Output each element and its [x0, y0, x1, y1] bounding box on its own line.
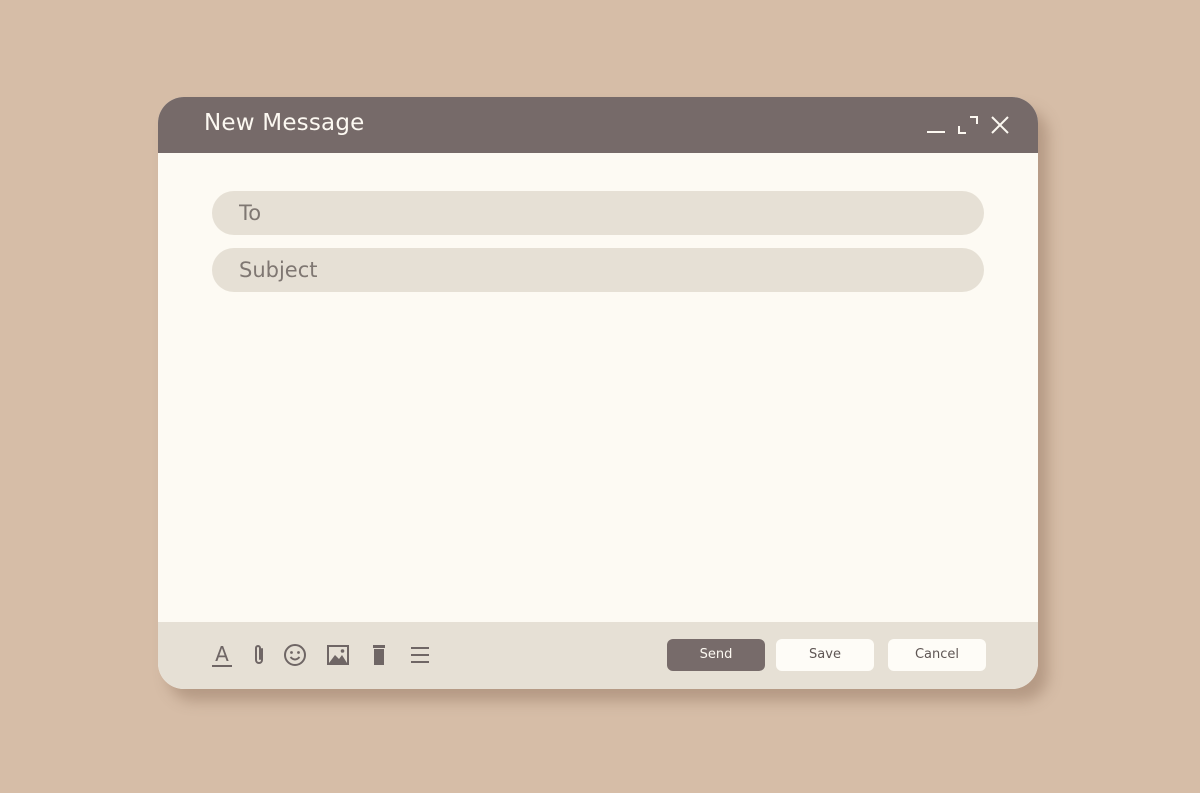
- compose-toolbar: A Send Save Cancel: [158, 622, 1038, 689]
- message-body[interactable]: [212, 307, 988, 611]
- svg-text:A: A: [215, 642, 229, 666]
- subject-input[interactable]: [239, 248, 957, 292]
- cancel-button[interactable]: Cancel: [888, 639, 986, 671]
- image-icon[interactable]: [325, 642, 351, 668]
- menu-icon[interactable]: [407, 642, 433, 668]
- to-field[interactable]: [212, 191, 984, 235]
- title-bar: New Message: [158, 97, 1038, 153]
- maximize-icon[interactable]: [956, 113, 980, 137]
- emoji-icon[interactable]: [282, 642, 308, 668]
- subject-field[interactable]: [212, 248, 984, 292]
- save-button[interactable]: Save: [776, 639, 874, 671]
- to-input[interactable]: [239, 191, 957, 235]
- text-format-icon[interactable]: A: [209, 642, 235, 668]
- close-icon[interactable]: [988, 113, 1012, 137]
- window-title: New Message: [204, 110, 365, 136]
- attachment-icon[interactable]: [246, 642, 272, 668]
- trash-icon[interactable]: [366, 642, 392, 668]
- send-button[interactable]: Send: [667, 639, 765, 671]
- minimize-icon[interactable]: [924, 113, 948, 137]
- compose-window: New Message A: [158, 97, 1038, 689]
